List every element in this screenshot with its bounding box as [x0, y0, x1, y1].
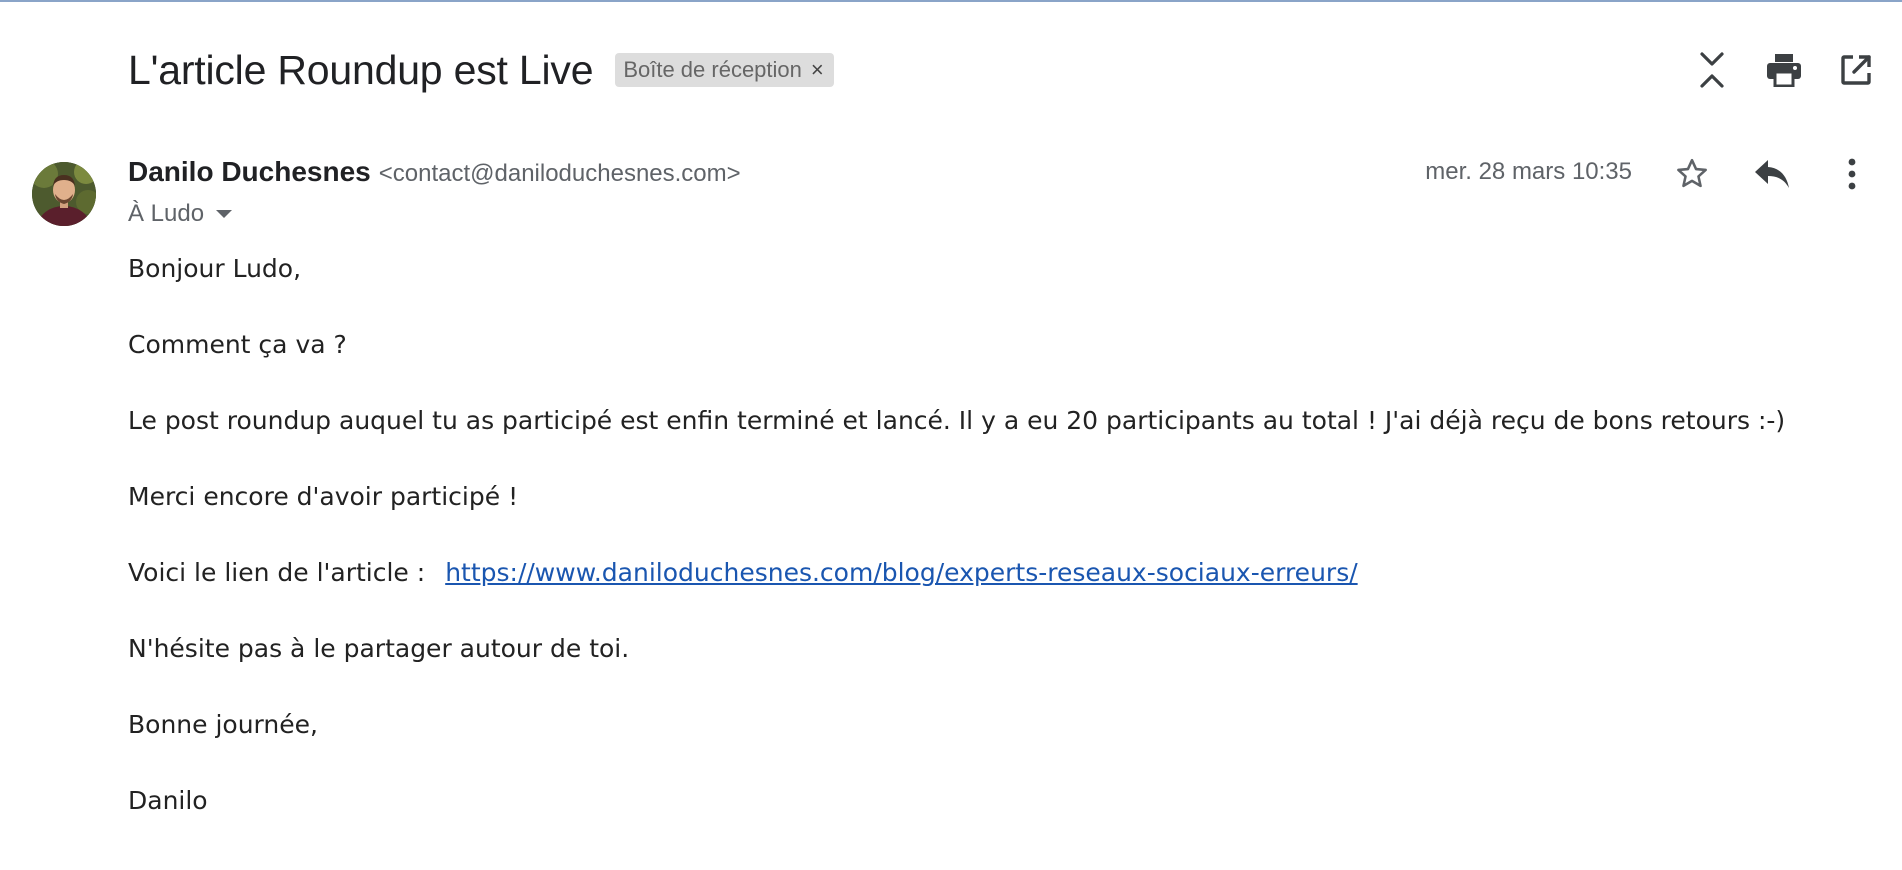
sender-name[interactable]: Danilo Duchesnes — [128, 156, 371, 188]
open-in-new-window-icon[interactable] — [1834, 48, 1878, 92]
link-prefix: Voici le lien de l'article : — [128, 558, 426, 587]
email-subject: L'article Roundup est Live — [128, 46, 594, 93]
star-icon[interactable] — [1668, 150, 1716, 198]
body-line: N'hésite pas à le partager autour de toi… — [128, 634, 630, 663]
collapse-all-icon[interactable] — [1690, 48, 1734, 92]
sender-email: <contact@daniloduchesnes.com> — [378, 160, 741, 187]
label-chip-inbox[interactable]: Boîte de réception × — [615, 53, 834, 87]
message-body: Bonjour Ludo, Comment ça va ? Le post ro… — [128, 250, 1848, 820]
sender-avatar[interactable] — [32, 162, 96, 226]
reply-icon[interactable] — [1748, 150, 1796, 198]
body-line: Le post roundup auquel tu as participé e… — [128, 406, 1786, 435]
body-signature: Danilo — [128, 786, 208, 815]
remove-label-icon[interactable]: × — [811, 59, 824, 81]
article-link[interactable]: https://www.daniloduchesnes.com/blog/exp… — [445, 558, 1357, 587]
label-chip-text: Boîte de réception — [623, 57, 802, 82]
top-divider — [0, 0, 1902, 2]
chevron-down-icon[interactable] — [216, 210, 233, 218]
body-greeting: Bonjour Ludo, — [128, 254, 302, 283]
recipient-text: À Ludo — [128, 200, 205, 227]
message-date: mer. 28 mars 10:35 — [1425, 158, 1632, 185]
body-link-line: Voici le lien de l'article : https://www.… — [128, 554, 1848, 592]
subject-row: L'article Roundup est Live Boîte de réce… — [128, 40, 834, 100]
body-line: Comment ça va ? — [128, 330, 347, 359]
body-line: Merci encore d'avoir participé ! — [128, 482, 519, 511]
sender-line: Danilo Duchesnes <contact@daniloduchesne… — [128, 156, 741, 192]
more-options-icon[interactable] — [1828, 150, 1876, 198]
recipient-details-toggle[interactable]: À Ludo — [128, 198, 233, 230]
print-icon[interactable] — [1762, 48, 1806, 92]
body-closing: Bonne journée, — [128, 710, 318, 739]
thread-actions — [1682, 44, 1902, 96]
